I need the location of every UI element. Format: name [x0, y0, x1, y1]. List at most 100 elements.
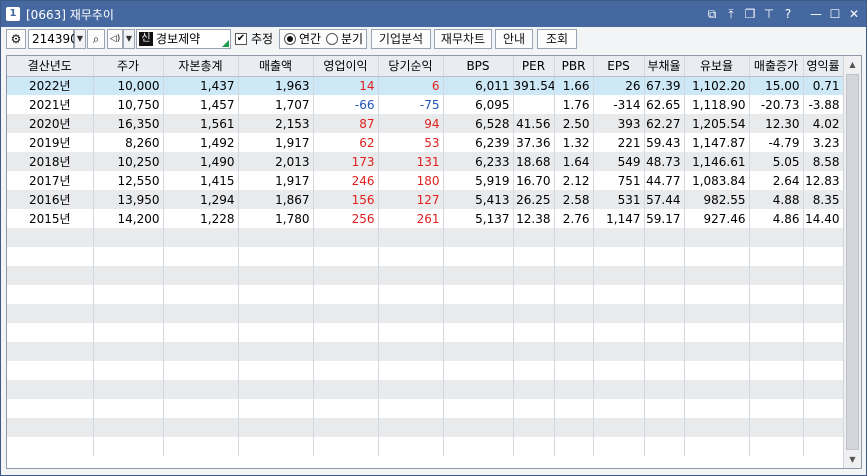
speaker-icon: ◁)	[109, 34, 121, 44]
table-cell	[313, 361, 379, 380]
table-cell	[554, 399, 594, 418]
table-row[interactable]	[7, 399, 844, 418]
table-cell: 62	[313, 133, 379, 152]
table-row[interactable]	[7, 380, 844, 399]
pin-top-icon[interactable]: ⊤	[761, 5, 777, 23]
table-cell: 2020년	[7, 114, 94, 133]
table-cell	[238, 342, 314, 361]
sound-button[interactable]: ◁)	[107, 29, 123, 49]
code-dropdown-button[interactable]: ▼	[74, 29, 86, 49]
table-row[interactable]: 2021년 10,750 1,457 1,707 -66 -75 6,095 1.76 -314…	[7, 95, 844, 114]
company-analysis-button[interactable]: 기업분석	[371, 29, 431, 49]
table-cell: 127	[378, 190, 444, 209]
radio-annual[interactable]	[284, 33, 296, 45]
table-cell: 1,963	[238, 76, 314, 95]
table-row[interactable]	[7, 266, 844, 285]
table-cell	[93, 361, 164, 380]
table-cell: 1,457	[163, 95, 239, 114]
minimize-icon[interactable]: —	[808, 5, 824, 23]
column-header[interactable]: 결산년도	[7, 56, 94, 77]
new-listing-badge: 신	[139, 32, 153, 46]
estimate-checkbox[interactable]: ✔	[235, 33, 247, 45]
close-icon[interactable]: ✕	[846, 5, 862, 23]
table-cell: 2.12	[554, 171, 594, 190]
table-cell: 2017년	[7, 171, 94, 190]
column-header[interactable]: 영익률	[803, 56, 844, 77]
pin-icon[interactable]: ⤒	[723, 5, 739, 23]
table-cell: 1,415	[163, 171, 239, 190]
table-cell	[313, 399, 379, 418]
stock-code-input[interactable]: 214390	[28, 29, 78, 49]
table-row[interactable]	[7, 418, 844, 437]
table-cell: 1,205.54	[684, 114, 750, 133]
table-cell	[163, 247, 239, 266]
table-cell	[93, 437, 164, 456]
column-header[interactable]: 주가	[93, 56, 164, 77]
table-cell	[749, 399, 804, 418]
table-cell	[593, 399, 645, 418]
table-cell	[803, 437, 844, 456]
table-cell: 8.35	[803, 190, 844, 209]
table-cell	[238, 304, 314, 323]
table-row[interactable]: 2017년 12,550 1,415 1,917 246 180 5,919 16.70 2.1…	[7, 171, 844, 190]
table-row[interactable]	[7, 342, 844, 361]
table-row[interactable]	[7, 285, 844, 304]
column-header[interactable]: PBR	[554, 56, 594, 77]
table-row[interactable]	[7, 228, 844, 247]
table-cell: 2015년	[7, 209, 94, 228]
column-header[interactable]: 당기순익	[378, 56, 444, 77]
stock-name-field[interactable]: 신 경보제약	[136, 29, 231, 49]
guide-button[interactable]: 안내	[495, 29, 533, 49]
table-row[interactable]: 2018년 10,250 1,490 2,013 173 131 6,233 18.68 1.6…	[7, 152, 844, 171]
column-header[interactable]: 매출액	[238, 56, 314, 77]
title-bar[interactable]: 1 [0663] 재무추이 ⧉ ⤒ ❐ ⊤ ? — ☐ ✕	[1, 1, 866, 27]
table-cell: 173	[313, 152, 379, 171]
column-header[interactable]: 부채율	[644, 56, 685, 77]
search-button[interactable]: ⌕	[87, 29, 105, 49]
column-header[interactable]: BPS	[443, 56, 514, 77]
table-row[interactable]	[7, 361, 844, 380]
table-row[interactable]: 2022년 10,000 1,437 1,963 14 6 6,011 391.54 1.66 2…	[7, 76, 844, 95]
financial-chart-button[interactable]: 재무차트	[434, 29, 492, 49]
link-icon[interactable]: ⧉	[704, 5, 720, 23]
table-cell: 2.50	[554, 114, 594, 133]
scroll-up-icon[interactable]: ▲	[844, 56, 861, 73]
table-cell: 12,550	[93, 171, 164, 190]
table-cell: 180	[378, 171, 444, 190]
column-header[interactable]: 유보율	[684, 56, 750, 77]
table-cell	[803, 361, 844, 380]
table-row[interactable]	[7, 323, 844, 342]
settings-button[interactable]: ⚙	[6, 29, 26, 49]
table-cell	[749, 361, 804, 380]
radio-quarter[interactable]	[326, 33, 338, 45]
column-header[interactable]: 매출증가	[749, 56, 804, 77]
table-cell: 37.36	[513, 133, 555, 152]
column-header[interactable]: PER	[513, 56, 555, 77]
table-row[interactable]: 2020년 16,350 1,561 2,153 87 94 6,528 41.56 2.50 3…	[7, 114, 844, 133]
table-cell	[443, 399, 514, 418]
scroll-down-icon[interactable]: ▼	[844, 451, 861, 468]
table-row[interactable]	[7, 304, 844, 323]
table-row[interactable]: 2016년 13,950 1,294 1,867 156 127 5,413 26.25 2.5…	[7, 190, 844, 209]
sound-dropdown-button[interactable]: ▼	[123, 29, 135, 49]
scroll-thumb[interactable]	[846, 74, 859, 450]
column-header[interactable]: 자본총계	[163, 56, 239, 77]
table-row[interactable]	[7, 247, 844, 266]
query-button[interactable]: 조회	[537, 29, 577, 49]
table-cell: 1,867	[238, 190, 314, 209]
table-cell	[238, 285, 314, 304]
vertical-scrollbar[interactable]: ▲ ▼	[843, 56, 861, 468]
popup-icon[interactable]: ❐	[742, 5, 758, 23]
table-row[interactable]: 2015년 14,200 1,228 1,780 256 261 5,137 12.38 2.7…	[7, 209, 844, 228]
table-cell: 1.32	[554, 133, 594, 152]
table-cell	[163, 323, 239, 342]
table-row[interactable]	[7, 437, 844, 456]
maximize-icon[interactable]: ☐	[827, 5, 843, 23]
table-cell	[238, 399, 314, 418]
column-header[interactable]: 영업이익	[313, 56, 379, 77]
table-row[interactable]: 2019년 8,260 1,492 1,917 62 53 6,239 37.36 1.32 22…	[7, 133, 844, 152]
column-header[interactable]: EPS	[593, 56, 645, 77]
help-icon[interactable]: ?	[780, 5, 796, 23]
table-cell	[7, 266, 94, 285]
table-cell	[163, 399, 239, 418]
